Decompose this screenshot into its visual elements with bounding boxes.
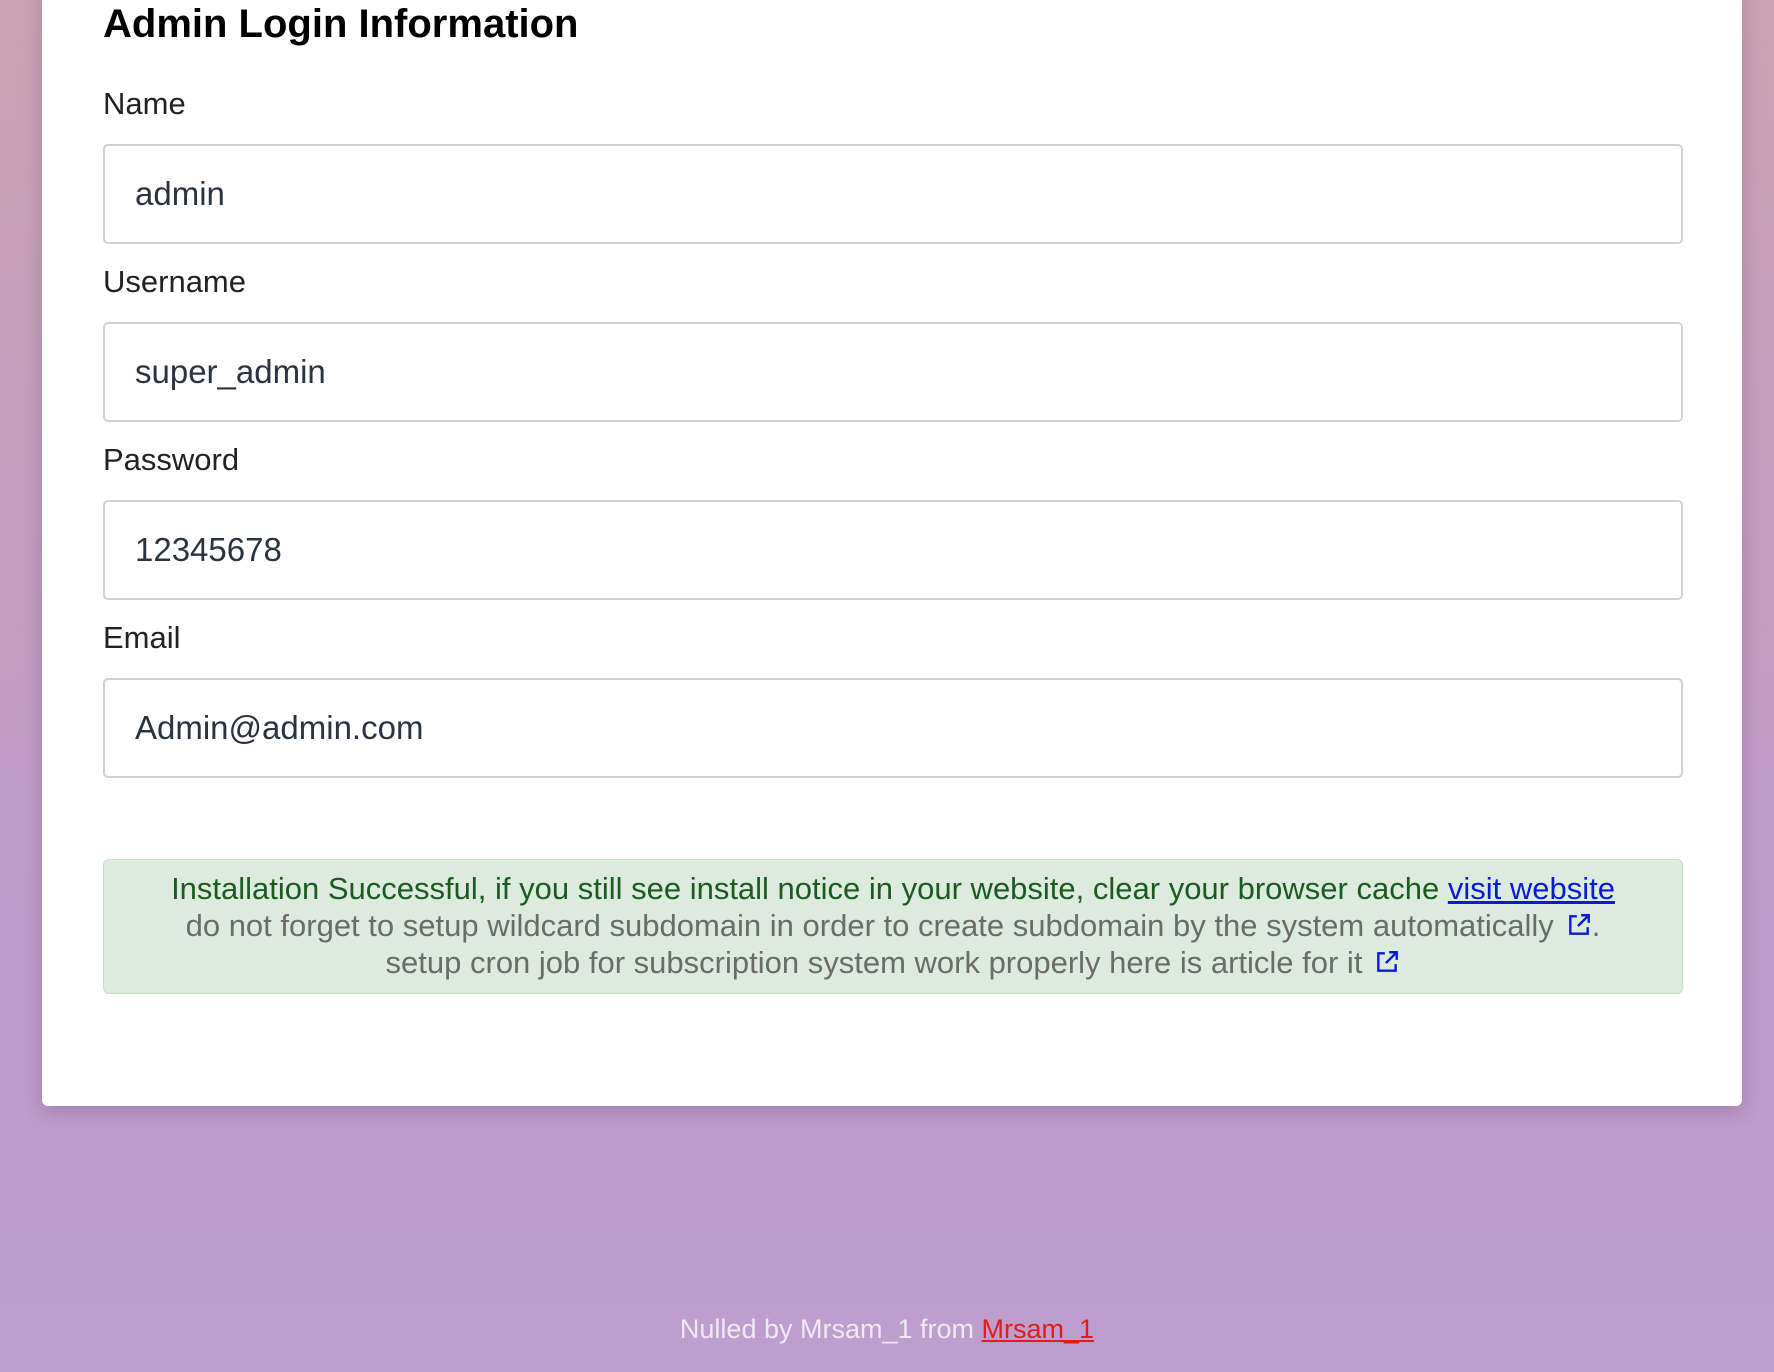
name-input[interactable] — [103, 144, 1683, 244]
alert-success-text: Installation Successful, if you still se… — [171, 871, 1440, 906]
visit-website-link[interactable]: visit website — [1448, 871, 1615, 906]
footer-text: Nulled by Mrsam_1 from — [679, 1314, 975, 1344]
footer: Nulled by Mrsam_1 from Mrsam_1 — [0, 1306, 1774, 1372]
installation-success-alert: Installation Successful, if you still se… — [103, 859, 1683, 994]
email-label: Email — [103, 620, 181, 655]
alert-wildcard-line: do not forget to setup wildcard subdomai… — [104, 907, 1682, 944]
section-title: Admin Login Information — [103, 2, 579, 46]
alert-success-line: Installation Successful, if you still se… — [104, 870, 1682, 907]
footer-link[interactable]: Mrsam_1 — [982, 1314, 1095, 1344]
username-input[interactable] — [103, 322, 1683, 422]
username-label: Username — [103, 264, 246, 299]
name-label: Name — [103, 86, 186, 121]
alert-wildcard-text: do not forget to setup wildcard subdomai… — [185, 908, 1554, 943]
password-label: Password — [103, 442, 240, 477]
email-input[interactable] — [103, 678, 1683, 778]
alert-wildcard-suffix: . — [1591, 908, 1601, 943]
password-input[interactable] — [103, 500, 1683, 600]
alert-cron-text: setup cron job for subscription system w… — [385, 945, 1363, 980]
external-link-icon[interactable] — [1566, 912, 1592, 938]
alert-cron-line: setup cron job for subscription system w… — [104, 944, 1682, 981]
installer-card: Admin Login Information Name Username Pa… — [42, 0, 1742, 1106]
external-link-icon[interactable] — [1374, 949, 1400, 975]
